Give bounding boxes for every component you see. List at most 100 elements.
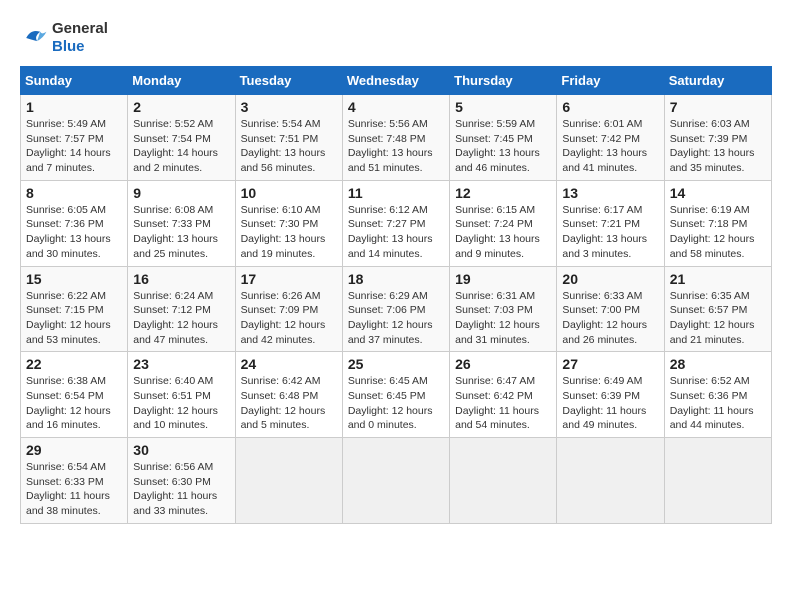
page-header: General Blue [20, 20, 772, 56]
day-info: Sunrise: 5:52 AMSunset: 7:54 PMDaylight:… [133, 117, 229, 176]
calendar-cell: 5Sunrise: 5:59 AMSunset: 7:45 PMDaylight… [450, 95, 557, 181]
day-number: 11 [348, 185, 444, 201]
day-number: 8 [26, 185, 122, 201]
day-info: Sunrise: 6:17 AMSunset: 7:21 PMDaylight:… [562, 203, 658, 262]
column-header-friday: Friday [557, 67, 664, 95]
calendar-cell [235, 438, 342, 524]
day-number: 30 [133, 442, 229, 458]
calendar-cell: 3 Sunrise: 5:54 AMSunset: 7:51 PMDaylight… [235, 95, 342, 181]
day-info: Sunrise: 6:12 AMSunset: 7:27 PMDaylight:… [348, 203, 444, 262]
calendar-cell: 13 Sunrise: 6:17 AMSunset: 7:21 PMDayligh… [557, 180, 664, 266]
day-number: 21 [670, 271, 766, 287]
column-header-monday: Monday [128, 67, 235, 95]
calendar-table: SundayMondayTuesdayWednesdayThursdayFrid… [20, 66, 772, 524]
calendar-cell: 22Sunrise: 6:38 AMSunset: 6:54 PMDayligh… [21, 352, 128, 438]
calendar-cell: 7 Sunrise: 6:03 AMSunset: 7:39 PMDaylight… [664, 95, 771, 181]
calendar-cell: 16Sunrise: 6:24 AMSunset: 7:12 PMDayligh… [128, 266, 235, 352]
column-header-thursday: Thursday [450, 67, 557, 95]
calendar-cell [664, 438, 771, 524]
day-number: 24 [241, 356, 337, 372]
day-number: 7 [670, 99, 766, 115]
calendar-cell: 14 Sunrise: 6:19 AMSunset: 7:18 PMDayligh… [664, 180, 771, 266]
day-info: Sunrise: 5:56 AMSunset: 7:48 PMDaylight:… [348, 117, 444, 176]
calendar-header-row: SundayMondayTuesdayWednesdayThursdayFrid… [21, 67, 772, 95]
calendar-cell: 2Sunrise: 5:52 AMSunset: 7:54 PMDaylight… [128, 95, 235, 181]
day-number: 4 [348, 99, 444, 115]
day-info: Sunrise: 5:54 AMSunset: 7:51 PMDaylight:… [241, 117, 337, 176]
calendar-cell: 12Sunrise: 6:15 AMSunset: 7:24 PMDayligh… [450, 180, 557, 266]
calendar-week-4: 22Sunrise: 6:38 AMSunset: 6:54 PMDayligh… [21, 352, 772, 438]
calendar-cell: 28 Sunrise: 6:52 AMSunset: 6:36 PMDayligh… [664, 352, 771, 438]
calendar-cell [342, 438, 449, 524]
calendar-cell: 8 Sunrise: 6:05 AMSunset: 7:36 PMDaylight… [21, 180, 128, 266]
day-number: 16 [133, 271, 229, 287]
day-number: 9 [133, 185, 229, 201]
calendar-cell: 17Sunrise: 6:26 AMSunset: 7:09 PMDayligh… [235, 266, 342, 352]
day-number: 25 [348, 356, 444, 372]
day-info: Sunrise: 6:03 AMSunset: 7:39 PMDaylight:… [670, 117, 766, 176]
day-info: Sunrise: 6:38 AMSunset: 6:54 PMDaylight:… [26, 374, 122, 433]
day-info: Sunrise: 6:47 AMSunset: 6:42 PMDaylight:… [455, 374, 551, 433]
day-number: 14 [670, 185, 766, 201]
calendar-cell: 15 Sunrise: 6:22 AMSunset: 7:15 PMDayligh… [21, 266, 128, 352]
day-info: Sunrise: 6:42 AMSunset: 6:48 PMDaylight:… [241, 374, 337, 433]
calendar-cell: 9 Sunrise: 6:08 AMSunset: 7:33 PMDaylight… [128, 180, 235, 266]
day-info: Sunrise: 6:49 AMSunset: 6:39 PMDaylight:… [562, 374, 658, 433]
calendar-week-3: 15 Sunrise: 6:22 AMSunset: 7:15 PMDayligh… [21, 266, 772, 352]
day-number: 29 [26, 442, 122, 458]
day-number: 20 [562, 271, 658, 287]
day-info: Sunrise: 6:29 AMSunset: 7:06 PMDaylight:… [348, 289, 444, 348]
day-info: Sunrise: 6:19 AMSunset: 7:18 PMDaylight:… [670, 203, 766, 262]
calendar-cell: 25 Sunrise: 6:45 AMSunset: 6:45 PMDayligh… [342, 352, 449, 438]
day-info: Sunrise: 6:31 AMSunset: 7:03 PMDaylight:… [455, 289, 551, 348]
calendar-cell: 18 Sunrise: 6:29 AMSunset: 7:06 PMDayligh… [342, 266, 449, 352]
calendar-cell: 30 Sunrise: 6:56 AMSunset: 6:30 PMDayligh… [128, 438, 235, 524]
calendar-cell: 19 Sunrise: 6:31 AMSunset: 7:03 PMDayligh… [450, 266, 557, 352]
day-number: 15 [26, 271, 122, 287]
calendar-cell: 11 Sunrise: 6:12 AMSunset: 7:27 PMDayligh… [342, 180, 449, 266]
calendar-cell: 4 Sunrise: 5:56 AMSunset: 7:48 PMDaylight… [342, 95, 449, 181]
calendar-cell: 21 Sunrise: 6:35 AMSunset: 6:57 PMDayligh… [664, 266, 771, 352]
day-info: Sunrise: 6:10 AMSunset: 7:30 PMDaylight:… [241, 203, 337, 262]
logo-icon [20, 24, 48, 52]
calendar-cell [450, 438, 557, 524]
calendar-week-2: 8 Sunrise: 6:05 AMSunset: 7:36 PMDaylight… [21, 180, 772, 266]
day-info: Sunrise: 5:49 AMSunset: 7:57 PMDaylight:… [26, 117, 122, 176]
calendar-cell: 29Sunrise: 6:54 AMSunset: 6:33 PMDayligh… [21, 438, 128, 524]
day-number: 1 [26, 99, 122, 115]
column-header-tuesday: Tuesday [235, 67, 342, 95]
day-info: Sunrise: 6:01 AMSunset: 7:42 PMDaylight:… [562, 117, 658, 176]
day-number: 23 [133, 356, 229, 372]
column-header-saturday: Saturday [664, 67, 771, 95]
calendar-cell: 26 Sunrise: 6:47 AMSunset: 6:42 PMDayligh… [450, 352, 557, 438]
calendar-body: 1 Sunrise: 5:49 AMSunset: 7:57 PMDaylight… [21, 95, 772, 524]
calendar-cell: 10 Sunrise: 6:10 AMSunset: 7:30 PMDayligh… [235, 180, 342, 266]
calendar-cell: 27 Sunrise: 6:49 AMSunset: 6:39 PMDayligh… [557, 352, 664, 438]
day-number: 28 [670, 356, 766, 372]
logo: General Blue [20, 20, 108, 56]
day-info: Sunrise: 6:56 AMSunset: 6:30 PMDaylight:… [133, 460, 229, 519]
day-number: 18 [348, 271, 444, 287]
column-header-wednesday: Wednesday [342, 67, 449, 95]
day-info: Sunrise: 6:52 AMSunset: 6:36 PMDaylight:… [670, 374, 766, 433]
day-number: 19 [455, 271, 551, 287]
day-info: Sunrise: 6:08 AMSunset: 7:33 PMDaylight:… [133, 203, 229, 262]
calendar-cell: 1 Sunrise: 5:49 AMSunset: 7:57 PMDaylight… [21, 95, 128, 181]
day-number: 3 [241, 99, 337, 115]
day-info: Sunrise: 6:45 AMSunset: 6:45 PMDaylight:… [348, 374, 444, 433]
day-info: Sunrise: 6:05 AMSunset: 7:36 PMDaylight:… [26, 203, 122, 262]
calendar-cell [557, 438, 664, 524]
day-info: Sunrise: 6:40 AMSunset: 6:51 PMDaylight:… [133, 374, 229, 433]
day-number: 26 [455, 356, 551, 372]
day-info: Sunrise: 6:26 AMSunset: 7:09 PMDaylight:… [241, 289, 337, 348]
day-number: 5 [455, 99, 551, 115]
day-info: Sunrise: 6:15 AMSunset: 7:24 PMDaylight:… [455, 203, 551, 262]
day-number: 13 [562, 185, 658, 201]
day-number: 27 [562, 356, 658, 372]
day-info: Sunrise: 6:22 AMSunset: 7:15 PMDaylight:… [26, 289, 122, 348]
day-info: Sunrise: 6:35 AMSunset: 6:57 PMDaylight:… [670, 289, 766, 348]
calendar-week-1: 1 Sunrise: 5:49 AMSunset: 7:57 PMDaylight… [21, 95, 772, 181]
day-number: 10 [241, 185, 337, 201]
calendar-cell: 6Sunrise: 6:01 AMSunset: 7:42 PMDaylight… [557, 95, 664, 181]
column-header-sunday: Sunday [21, 67, 128, 95]
